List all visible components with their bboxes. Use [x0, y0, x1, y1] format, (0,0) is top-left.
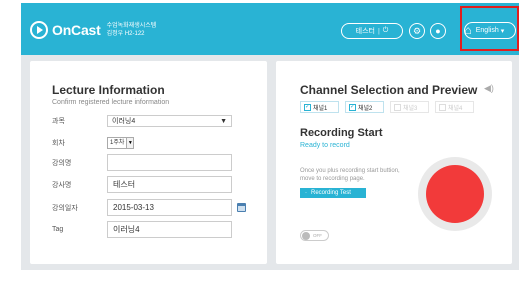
- lecture-date-label: 강의일자: [52, 204, 78, 212]
- lecture-info-subtitle: Confirm registered lecture information: [52, 99, 170, 106]
- subject-value: 이러닝4: [112, 118, 136, 125]
- subject-select[interactable]: 이러닝4 ▼: [107, 115, 232, 127]
- toggle-label: OFF: [313, 233, 322, 238]
- lecture-name-input[interactable]: [107, 154, 232, 171]
- checkbox-unchecked-icon: [439, 103, 446, 111]
- checkbox-unchecked-icon: [394, 103, 401, 111]
- user-logout-pill[interactable]: 테스터 | ⏻: [341, 23, 403, 39]
- user-icon[interactable]: ●: [430, 23, 446, 39]
- session-row: 회차 1주차 ▼: [52, 137, 135, 149]
- channel-2-checkbox[interactable]: ✓ 채널2: [345, 101, 384, 113]
- channel-4-checkbox: 채널4: [435, 101, 474, 113]
- app-header: OnCast 수업녹화재생시스템 김정우 H2-122 테스터 | ⏻ ⚙ ● …: [21, 3, 519, 55]
- recording-description: Once you plus recording start buttion, m…: [300, 168, 400, 182]
- tag-input[interactable]: 이러닝4: [107, 221, 232, 238]
- lecture-date-input[interactable]: 2015-03-13: [107, 199, 232, 216]
- channel-3-label: 채널3: [403, 105, 418, 112]
- channel-panel: Channel Selection and Preview ◀) ✓ 채널1 ✓…: [276, 61, 512, 264]
- channel-1-checkbox[interactable]: ✓ 채널1: [300, 101, 339, 113]
- preview-toggle[interactable]: OFF: [300, 230, 329, 241]
- instructor-label: 강사명: [52, 181, 72, 189]
- tag-label: Tag: [52, 226, 64, 233]
- oncast-play-logo-icon: [30, 21, 48, 39]
- language-label: English: [475, 27, 499, 34]
- header-subtitle: 수업녹화재생시스템 김정우 H2-122: [107, 22, 157, 38]
- instructor-row: 강사명 테스터: [52, 176, 232, 193]
- bullet-icon: ·: [305, 190, 307, 196]
- caret-down-icon: ▼: [220, 117, 227, 125]
- subject-row: 과목 이러닝4 ▼: [52, 115, 232, 127]
- recording-test-label: Recording Test: [311, 190, 351, 196]
- channel-1-label: 채널1: [313, 105, 328, 112]
- channel-2-label: 채널2: [358, 105, 373, 112]
- toggle-knob: [302, 231, 310, 240]
- lecture-info-title: Lecture Information: [52, 83, 165, 97]
- caret-down-icon: ▼: [127, 137, 135, 149]
- session-value: 1주차: [107, 137, 128, 149]
- lecture-name-label: 강의명: [52, 159, 72, 167]
- recording-test-button[interactable]: · Recording Test: [300, 188, 366, 198]
- chevron-down-icon: ▾: [500, 27, 505, 35]
- header-subtitle-line1: 수업녹화재생시스템: [106, 23, 157, 29]
- record-start-button[interactable]: [426, 165, 484, 223]
- divider: |: [377, 27, 380, 35]
- checkbox-checked-icon: ✓: [304, 103, 311, 111]
- recording-title: Recording Start: [300, 127, 383, 139]
- lecture-date-row: 강의일자 2015-03-13: [52, 199, 246, 216]
- tag-row: Tag 이러닝4: [52, 221, 232, 238]
- instructor-input[interactable]: 테스터: [107, 176, 232, 193]
- checkbox-checked-icon: ✓: [349, 103, 356, 111]
- speaker-icon[interactable]: ◀): [484, 83, 494, 94]
- channel-title: Channel Selection and Preview: [300, 83, 478, 97]
- subject-label: 과목: [52, 118, 65, 125]
- session-label: 회차: [52, 140, 65, 147]
- settings-icon[interactable]: ⚙: [409, 23, 425, 39]
- oncast-logo[interactable]: OnCast 수업녹화재생시스템 김정우 H2-122: [30, 21, 156, 39]
- channel-4-label: 채널4: [448, 105, 463, 112]
- header-subtitle-line2: 김정우 H2-122: [106, 31, 145, 37]
- lecture-name-row: 강의명: [52, 154, 232, 171]
- recording-status: Ready to record: [300, 142, 350, 149]
- brand-name: OnCast: [52, 22, 101, 38]
- language-select[interactable]: English ▾: [464, 22, 516, 39]
- channel-list: ✓ 채널1 ✓ 채널2 채널3 채널4: [300, 101, 474, 113]
- channel-3-checkbox: 채널3: [390, 101, 429, 113]
- lecture-info-panel: Lecture Information Confirm registered l…: [30, 61, 267, 264]
- calendar-icon[interactable]: [237, 203, 246, 212]
- user-name: 테스터: [355, 28, 375, 35]
- session-select[interactable]: 1주차 ▼: [107, 137, 135, 149]
- power-icon[interactable]: ⏻: [383, 27, 389, 35]
